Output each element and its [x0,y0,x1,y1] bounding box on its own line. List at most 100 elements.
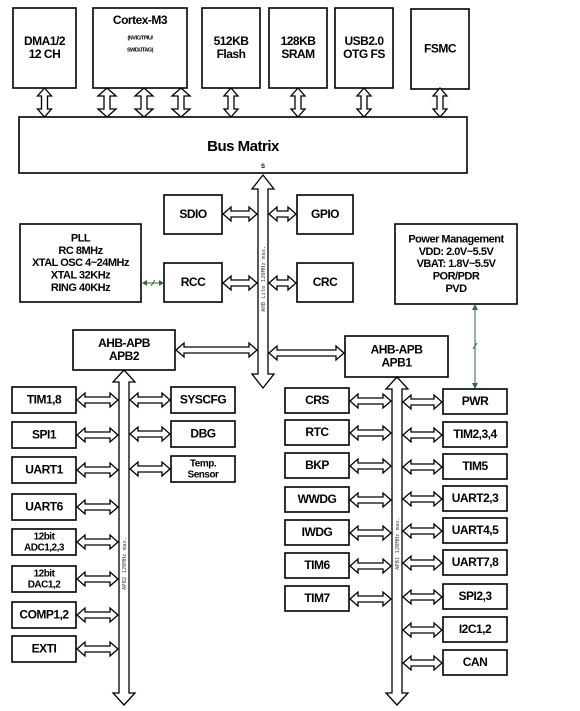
apb1-crs-label: CRS [305,393,329,407]
block-apb2bridge: AHB-APBAPB2 [72,329,176,371]
apb1-pwr-label: PWR [462,394,489,408]
block-apb2bridge-label: AHB-APB [98,336,151,350]
block-flash: 512KBFlash [201,7,261,89]
rcc-arrow [222,274,258,292]
bidirectional-arrow [76,640,119,658]
apb2-spi1: SPI1 [11,421,77,449]
apb2-syscfg: SYSCFG [170,386,236,414]
gpio-arrow [268,205,297,223]
bidirectional-arrow [129,425,171,443]
bidirectional-arrow [402,554,443,572]
block-pll: PLLRC 8MHzXTAL OSC 4~24MHzXTAL 32KHzRING… [19,223,142,303]
apb1-bus-label: APB1 120MHz max. [395,517,401,570]
apb1-spi2-3: SPI2,3 [442,583,508,610]
bidirectional-arrow [76,533,119,551]
block-power-label: POR/PDR [433,271,480,283]
apb1-tim6-label: TIM6 [304,558,330,572]
block-usb-label: OTG FS [343,47,385,61]
bidirectional-arrow [402,393,443,411]
bidirectional-arrow [349,424,392,442]
apb1-i2c1-2-label: I2C1,2 [459,622,492,636]
bidirectional-arrow [76,461,119,479]
bus-arrow-sram [289,87,307,118]
apb1-wwdg: WWDG [284,486,350,513]
block-diagram: DMA1/212 CHMCortex-M3(NVIC/TPIU/SWD/JTAG… [11,7,518,706]
apb1-bkp-label: BKP [305,458,329,472]
apb2-uart1-label: UART1 [25,462,63,476]
block-apb2bridge-label: APB2 [109,349,140,363]
apb2-bus-label: APB2 120MHz max. [122,537,128,590]
arrowhead-icon [472,383,478,389]
apb2-comp1-2-label: COMP1,2 [19,607,69,621]
apb2-12bit-adc1-2-3-label: 12bit [34,531,56,542]
bidirectional-arrow [349,557,392,575]
bidirectional-arrow [402,588,443,606]
apb2-tim1-8-label: TIM1,8 [27,392,62,406]
ahb-bus-label: AHB Lite 120MHz max. [261,246,267,312]
bidirectional-arrow [402,458,443,476]
apb1-tim2-3-4-label: TIM2,3,4 [453,427,497,441]
block-usb-label: USB2.0 [344,34,384,48]
block-power-label: Power Management [408,234,504,246]
block-rcc-label: RCC [181,275,206,289]
arrowhead-icon [472,304,478,310]
apb2-temp-sensor: Temp.Sensor [170,455,236,483]
bidirectional-arrow [402,654,443,672]
bidirectional-arrow [402,426,443,444]
apb2-12bit-dac1-2-label: 12bit [34,568,56,579]
apb2-temp-sensor-label: Temp. [190,458,217,469]
apb2-tim1-8: TIM1,8 [11,386,77,414]
block-fsmc-label: FSMC [424,41,457,55]
apb1-uart4-5: UART4,5 [442,517,508,544]
cortex-bus-arrow [96,87,118,118]
block-pll-label: XTAL OSC 4~24MHz [32,257,130,269]
apb1-bridge-arrow [268,344,345,362]
apb1-iwdg: IWDG [284,519,350,546]
apb1-tim5: TIM5 [442,453,508,480]
block-power-label: VBAT: 1.8V~5.5V [417,258,497,270]
apb2-uart6: UART6 [11,493,77,521]
bus-arrow-usb [355,87,373,118]
bidirectional-arrow [349,457,392,475]
bidirectional-arrow [402,490,443,508]
apb1-rtc-label: RTC [305,425,329,439]
block-pll-label: PLL [71,233,91,245]
bus-matrix-label: Bus Matrix [207,138,280,155]
apb2-exti-label: EXTI [32,641,57,655]
bidirectional-arrow [349,590,392,608]
block-fsmc: FSMC [410,8,470,90]
bidirectional-arrow [76,391,119,409]
block-usb: USB2.0OTG FS [334,7,394,89]
apb2-dbg-label: DBG [190,426,215,440]
apb1-iwdg-label: IWDG [302,525,333,539]
block-cortex-label: Cortex-M3 [113,13,168,27]
block-apb1bridge-label: AHB-APB [371,342,424,356]
port-label: S [261,164,265,170]
block-dma-label: 12 CH [29,47,61,61]
apb1-can: CAN [442,649,508,676]
block-sdio: SDIO [163,194,223,235]
apb1-wwdg-label: WWDG [298,492,337,506]
apb1-tim5-label: TIM5 [462,459,488,473]
apb1-spi2-3-label: SPI2,3 [458,589,492,603]
crc-arrow [268,274,297,292]
block-sram-label: 128KB [281,34,317,48]
apb1-tim7: TIM7 [284,585,350,612]
apb2-uart6-label: UART6 [25,499,63,513]
block-pll-label: RC 8MHz [58,245,103,257]
bidirectional-arrow [76,426,119,444]
sdio-arrow [222,205,258,223]
block-power-label: PVD [445,283,467,295]
apb1-can-label: CAN [463,655,488,669]
block-apb1bridge: AHB-APBAPB1 [344,335,449,378]
block-sdio-label: SDIO [179,207,207,221]
bidirectional-arrow [76,498,119,516]
block-pll-label: XTAL 32KHz [51,270,111,282]
apb1-tim7-label: TIM7 [304,591,330,605]
apb1-uart4-5-label: UART4,5 [452,523,499,537]
cortex-bus-arrow [133,87,155,118]
block-flash-label: Flash [217,47,246,61]
apb1-pwr: PWR [442,388,508,415]
block-crc: CRC [296,262,354,303]
block-sram-label: SRAM [281,47,315,61]
